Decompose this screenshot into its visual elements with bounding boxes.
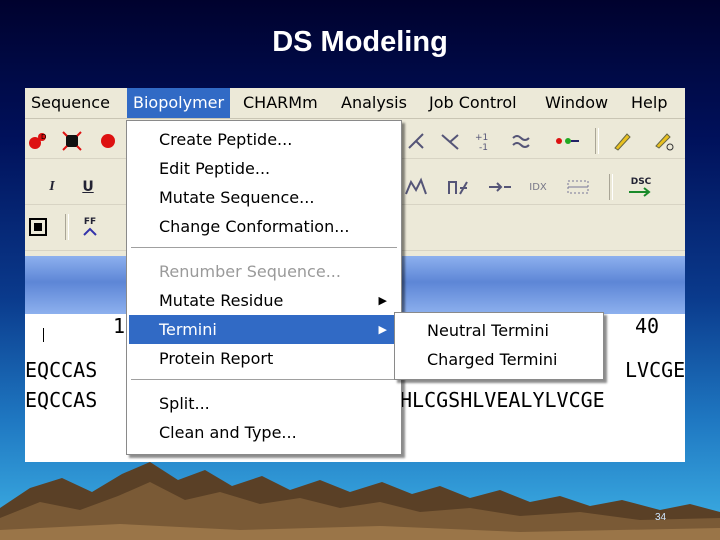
force-field-icon[interactable]: FF xyxy=(77,214,103,240)
slide-title: DS Modeling xyxy=(272,26,448,58)
underline-icon[interactable]: U xyxy=(75,174,101,200)
atom-color-icon[interactable]: D xyxy=(25,128,51,154)
biopolymer-menu: Create Peptide... Edit Peptide... Mutate… xyxy=(126,120,402,455)
sequence-row-2-right: HLCGSHLVEALYLVCGE xyxy=(400,388,605,412)
page-number: 34 xyxy=(655,512,667,523)
menu-item-charged-termini[interactable]: Charged Termini xyxy=(397,345,601,374)
mutate-residue-label: Mutate Residue xyxy=(159,291,284,310)
svg-text:D: D xyxy=(41,133,46,141)
residue-icon[interactable] xyxy=(403,174,429,200)
mountains-decoration xyxy=(0,462,720,540)
pencil-icon[interactable] xyxy=(609,128,635,154)
menu-item-create-peptide[interactable]: Create Peptide... xyxy=(129,125,399,154)
atom-icon[interactable] xyxy=(95,128,121,154)
menu-analysis[interactable]: Analysis xyxy=(335,88,413,118)
arrow-icon[interactable] xyxy=(487,174,513,200)
menu-item-change-conformation[interactable]: Change Conformation... xyxy=(129,212,399,241)
table-icon[interactable] xyxy=(565,174,591,200)
dsc-icon[interactable]: DSC xyxy=(621,174,661,200)
menu-biopolymer[interactable]: Biopolymer xyxy=(127,88,231,118)
sequence-row-1-left: EQCCAS xyxy=(25,358,98,382)
menu-item-mutate-residue[interactable]: Mutate Residue ▶ xyxy=(129,286,399,315)
bond-icon[interactable] xyxy=(437,128,463,154)
ff-label: FF xyxy=(83,217,97,227)
menu-item-edit-peptide[interactable]: Edit Peptide... xyxy=(129,154,399,183)
ruler-tick xyxy=(43,328,44,342)
svg-text:-1: -1 xyxy=(479,143,488,152)
menu-job-control[interactable]: Job Control xyxy=(423,88,523,118)
submenu-arrow-icon: ▶ xyxy=(378,294,387,307)
menu-item-protein-report[interactable]: Protein Report xyxy=(129,344,399,373)
menu-sequence[interactable]: Sequence xyxy=(25,88,116,118)
italic-icon[interactable]: I xyxy=(39,174,65,200)
menu-item-termini[interactable]: Termini ▶ xyxy=(129,315,399,344)
target-icon[interactable] xyxy=(25,214,51,240)
menu-item-neutral-termini[interactable]: Neutral Termini xyxy=(397,316,601,345)
svg-text:+1: +1 xyxy=(475,133,488,143)
menu-item-renumber-sequence: Renumber Sequence... xyxy=(159,262,341,281)
termini-submenu: Neutral Termini Charged Termini xyxy=(394,312,604,380)
idx-icon[interactable]: IDX xyxy=(525,174,551,200)
menu-item-split[interactable]: Split... xyxy=(129,389,399,418)
menu-item-mutate-sequence[interactable]: Mutate Sequence... xyxy=(129,183,399,212)
submenu-arrow-icon: ▶ xyxy=(378,323,387,336)
application-window: Sequence Biopolymer CHARMm Analysis Job … xyxy=(25,88,685,462)
wave-icon[interactable] xyxy=(509,128,535,154)
molecule-icon[interactable] xyxy=(403,128,429,154)
ruler-end: 40 xyxy=(635,314,660,338)
charge-icon[interactable]: +1 -1 xyxy=(471,128,497,154)
sequence-row-1-right: LVCGE xyxy=(625,358,685,382)
menu-window[interactable]: Window xyxy=(539,88,614,118)
sequence-row-2-left: EQCCAS xyxy=(25,388,98,412)
link-atoms-icon[interactable] xyxy=(555,128,581,154)
protein-icon[interactable] xyxy=(445,174,471,200)
menubar: Sequence Biopolymer CHARMm Analysis Job … xyxy=(25,88,685,119)
sketch-pencil-icon[interactable] xyxy=(651,128,677,154)
menu-separator xyxy=(131,247,397,249)
menu-charmm[interactable]: CHARMm xyxy=(237,88,324,118)
menu-separator xyxy=(131,379,397,381)
menu-help[interactable]: Help xyxy=(625,88,673,118)
select-icon[interactable] xyxy=(59,128,85,154)
ruler-start: 1 xyxy=(113,314,126,338)
termini-label: Termini xyxy=(159,320,217,339)
dsc-label: DSC xyxy=(630,177,652,187)
